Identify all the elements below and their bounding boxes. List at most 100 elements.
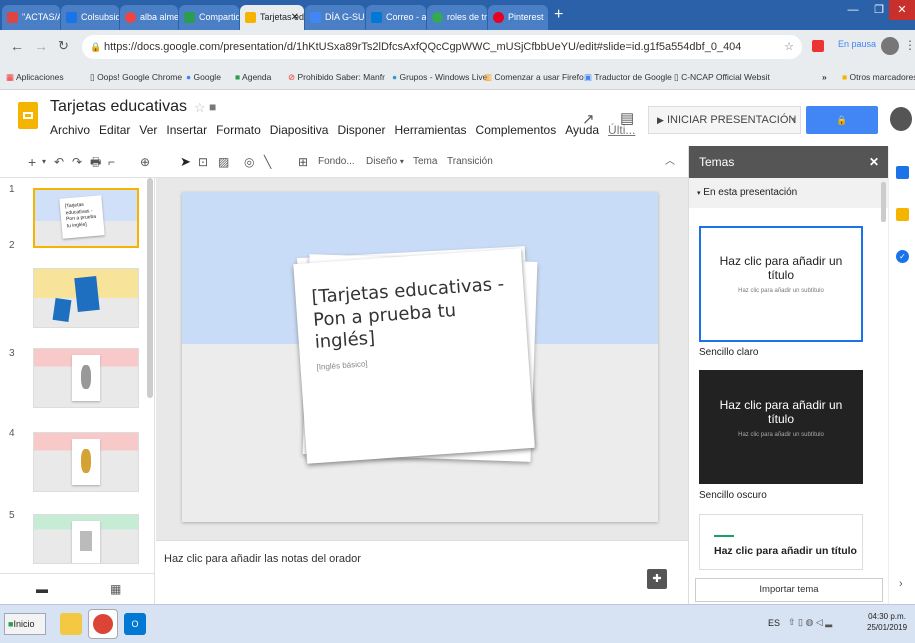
theme-simple-light[interactable]: Haz clic para añadir un título Haz clic … <box>699 226 863 342</box>
title-card[interactable]: [Tarjetas educativas - Pon a prueba tu i… <box>293 248 535 464</box>
chrome-taskbar-button[interactable] <box>88 609 118 639</box>
folder-icon[interactable] <box>60 613 82 635</box>
chevron-down-icon[interactable]: ▾ <box>792 107 796 133</box>
slide-thumbnail-2[interactable] <box>33 268 139 328</box>
star-icon[interactable]: ☆ <box>194 100 206 116</box>
reload-icon[interactable]: ↻ <box>58 38 69 54</box>
menu-insertar[interactable]: Insertar <box>166 123 207 137</box>
notes-placeholder[interactable]: Haz clic para añadir las notas del orado… <box>164 553 361 565</box>
chevron-right-icon[interactable]: › <box>899 578 903 590</box>
tab-roles[interactable]: roles de trab <box>427 5 487 30</box>
bookmark-item[interactable]: ● Grupos - Windows Live <box>392 65 487 90</box>
keep-icon[interactable] <box>896 208 909 221</box>
theme-simple-dark[interactable]: Haz clic para añadir un título Haz clic … <box>699 370 863 484</box>
tab-alba[interactable]: alba almeciga <box>120 5 178 30</box>
url-input[interactable]: 🔒 https://docs.google.com/presentation/d… <box>82 35 802 59</box>
profile-avatar[interactable] <box>881 37 899 55</box>
bookmark-item[interactable]: ▯ Oops! Google Chrome <box>90 65 182 90</box>
filmstrip-view-icon[interactable]: ▬ <box>36 582 48 596</box>
layout-button[interactable]: Diseño ▾ <box>366 146 404 178</box>
slides-logo-icon[interactable] <box>18 102 38 129</box>
more-bookmarks-button[interactable]: » <box>822 65 827 90</box>
undo-icon[interactable]: ↶ <box>54 146 64 178</box>
image-icon[interactable]: ▨ <box>218 146 229 178</box>
forward-icon[interactable]: → <box>34 38 48 54</box>
transition-button[interactable]: Transición <box>447 146 493 178</box>
tab-colsubsidio[interactable]: Colsubsidio - <box>61 5 119 30</box>
start-button[interactable]: ■Inicio <box>4 613 46 635</box>
import-theme-button[interactable]: Importar tema <box>695 578 883 602</box>
close-tab-icon[interactable]: ✕ <box>291 5 299 30</box>
tasks-icon[interactable]: ✓ <box>896 250 909 263</box>
slide-thumbnail-3[interactable] <box>33 348 139 408</box>
minimize-window-button[interactable]: — <box>840 0 866 20</box>
folder-icon[interactable]: ■ <box>209 100 216 114</box>
filmstrip-scrollbar[interactable] <box>147 178 153 398</box>
bookmark-item[interactable]: ▯ C-NCAP Official Websit <box>674 65 770 90</box>
slide-thumbnail-5[interactable] <box>33 514 139 564</box>
zoom-icon[interactable]: ⊕ <box>140 146 150 178</box>
menu-herramientas[interactable]: Herramientas <box>395 123 467 137</box>
collapse-toolbar-icon[interactable]: ︿ <box>665 146 675 178</box>
paint-format-icon[interactable]: ⌐ <box>108 146 115 178</box>
tray-icons[interactable]: ⇧ ▯ ◍ ◁ ▂ <box>788 617 832 628</box>
outlook-icon[interactable]: O <box>124 613 146 635</box>
apps-bookmark[interactable]: ▦ Aplicaciones <box>6 65 64 90</box>
shape-icon[interactable]: ◎ <box>244 146 254 178</box>
comment-add-icon[interactable]: ⊞ <box>298 146 308 178</box>
menu-ver[interactable]: Ver <box>139 123 157 137</box>
background-button[interactable]: Fondo... <box>318 146 355 178</box>
chevron-down-icon[interactable]: ▾ <box>42 146 46 178</box>
comments-icon[interactable]: ▤ <box>620 109 634 127</box>
new-slide-icon[interactable]: + <box>28 146 36 178</box>
bookmark-item[interactable]: ▣ Traductor de Google <box>584 65 672 90</box>
text-box-icon[interactable]: ⊡ <box>198 146 208 178</box>
bookmark-star-icon[interactable]: ☆ <box>784 35 794 59</box>
explore-icon[interactable]: ✚ <box>647 569 667 589</box>
bookmark-item[interactable]: ⊘ Prohibido Saber: Manfr <box>288 65 385 90</box>
line-icon[interactable]: ╲ <box>264 146 271 178</box>
close-icon[interactable]: ✕ <box>869 146 879 178</box>
menu-disponer[interactable]: Disponer <box>337 123 385 137</box>
menu-complementos[interactable]: Complementos <box>476 123 557 137</box>
theme-streamline[interactable]: Haz clic para añadir un título <box>699 514 863 570</box>
tab-correo[interactable]: Correo - adric <box>366 5 426 30</box>
document-title[interactable]: Tarjetas educativas <box>50 98 187 116</box>
slide-thumbnail-4[interactable] <box>33 432 139 492</box>
calendar-icon[interactable] <box>896 166 909 179</box>
bookmark-item[interactable]: ■ Agenda <box>235 65 271 90</box>
bookmark-item[interactable]: ● Google <box>186 65 221 90</box>
tab-compartido[interactable]: Compartido co <box>179 5 239 30</box>
sync-paused-label[interactable]: En pausa <box>838 39 876 49</box>
menu-formato[interactable]: Formato <box>216 123 261 137</box>
tab-dia-gsuite[interactable]: DÍA G-SUITE <box>305 5 365 30</box>
account-avatar[interactable] <box>890 107 912 131</box>
bookmark-item[interactable]: ▥ Comenzar a usar Firefo <box>484 65 584 90</box>
close-window-button[interactable]: ✕ <box>889 0 915 20</box>
activity-trend-icon[interactable]: ↗ <box>582 110 595 128</box>
slide-title[interactable]: [Tarjetas educativas - Pon a prueba tu i… <box>311 273 511 354</box>
tab-tarjetas[interactable]: Tarjetas educ✕ <box>240 5 304 30</box>
section-header[interactable]: ▾ En esta presentación <box>689 178 889 208</box>
other-bookmarks[interactable]: ■ Otros marcadores <box>842 65 915 90</box>
new-tab-button[interactable]: + <box>554 6 563 24</box>
present-button[interactable]: ▶ INICIAR PRESENTACIÓN ▾ <box>648 106 801 134</box>
back-icon[interactable]: ← <box>10 38 24 54</box>
clock[interactable]: 04:30 p.m. 25/01/2019 <box>867 611 907 633</box>
menu-dots-icon[interactable]: ⋮ <box>904 38 915 52</box>
extension-icon[interactable] <box>812 40 824 52</box>
select-cursor-icon[interactable]: ➤ <box>180 146 191 178</box>
theme-button[interactable]: Tema <box>413 146 437 178</box>
panel-scrollbar[interactable] <box>881 182 886 222</box>
share-button[interactable]: 🔒 COMPARTIR <box>806 106 878 154</box>
speaker-notes[interactable]: Haz clic para añadir las notas del orado… <box>156 540 688 604</box>
redo-icon[interactable]: ↷ <box>72 146 82 178</box>
print-icon[interactable]: 🖶 <box>90 146 101 178</box>
menu-editar[interactable]: Editar <box>99 123 130 137</box>
tab-pinterest[interactable]: Pinterest <box>488 5 548 30</box>
menu-archivo[interactable]: Archivo <box>50 123 90 137</box>
slide-thumbnail-1[interactable]: [Tarjetas educativas - Pon a prueba tu i… <box>33 188 139 248</box>
language-indicator[interactable]: ES <box>768 618 780 628</box>
menu-diapositiva[interactable]: Diapositiva <box>270 123 329 137</box>
grid-view-icon[interactable]: ▦ <box>110 582 121 596</box>
